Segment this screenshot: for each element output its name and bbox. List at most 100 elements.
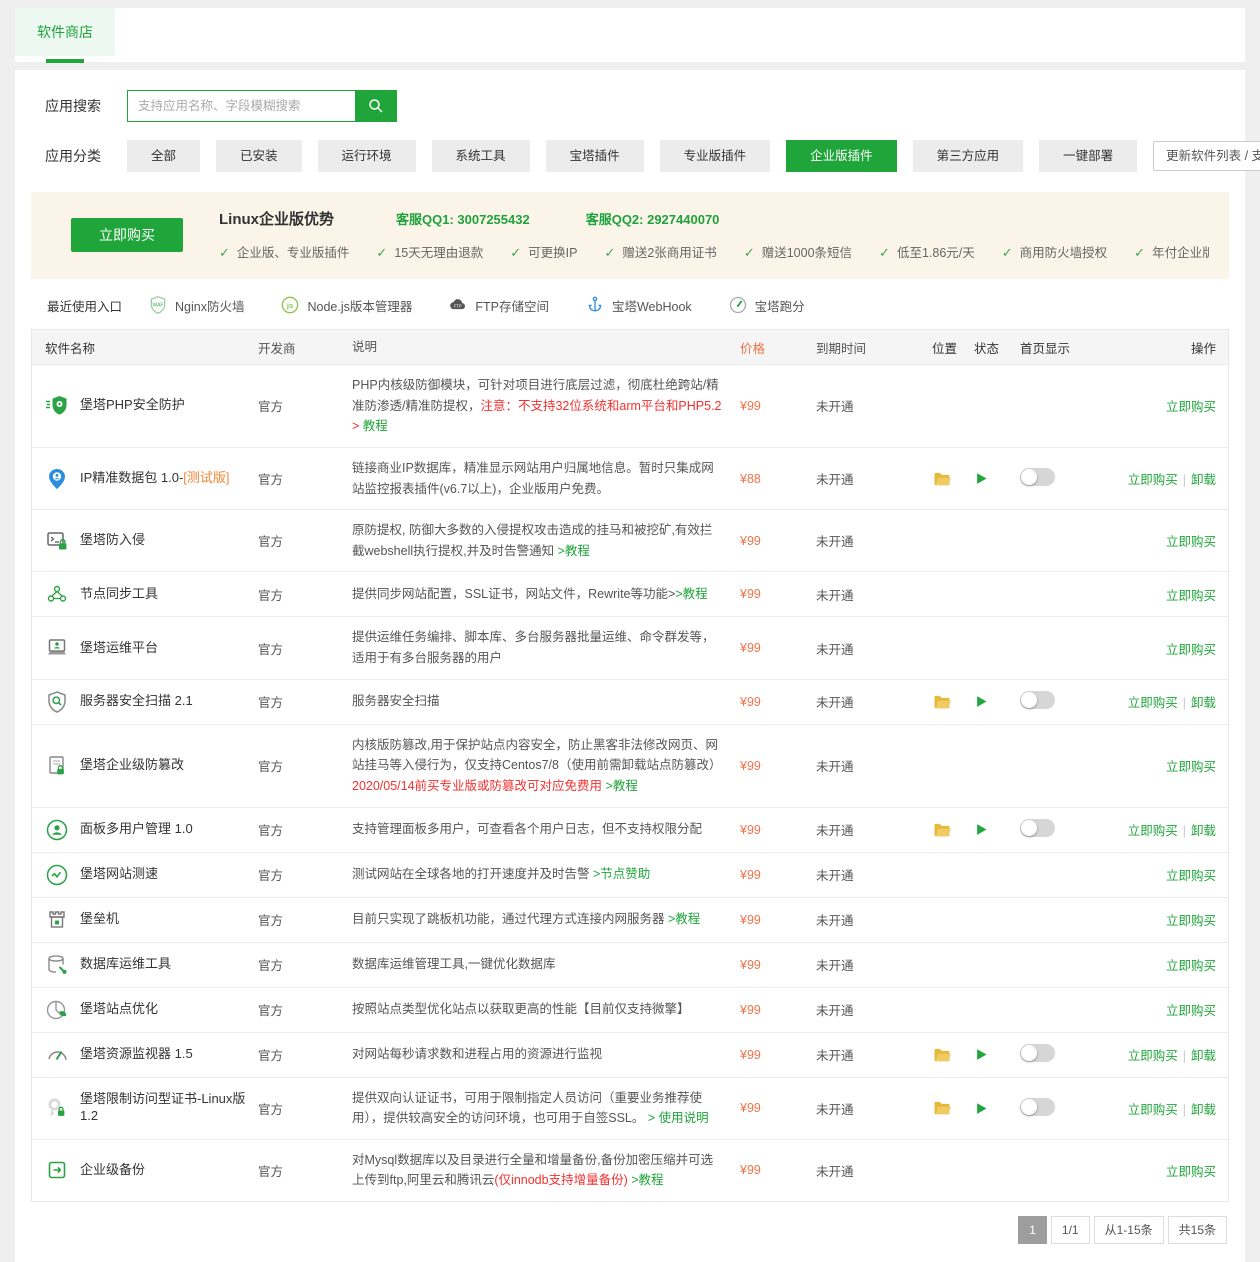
folder-icon[interactable] (932, 469, 952, 489)
category-button-3[interactable]: 运行环境 (318, 140, 416, 172)
qq1-contact[interactable]: 客服QQ1: 3007255432 (390, 209, 530, 228)
buy-now-button[interactable]: 立即购买 (71, 218, 183, 252)
description-link[interactable]: >节点赞助 (593, 867, 650, 881)
uninstall-link[interactable]: 卸载 (1191, 1103, 1216, 1117)
action-separator: | (1183, 824, 1186, 838)
uninstall-link[interactable]: 卸载 (1191, 473, 1216, 487)
folder-icon[interactable] (932, 1045, 952, 1065)
toggle-knob (1021, 469, 1037, 485)
buy-now-link[interactable]: 立即购买 (1166, 535, 1216, 549)
play-icon[interactable] (974, 822, 989, 837)
check-icon: ✓ (604, 245, 615, 260)
toggle-knob (1021, 1045, 1037, 1061)
category-button-6[interactable]: 专业版插件 (660, 140, 771, 172)
description-link[interactable]: >教程 (628, 1173, 664, 1187)
category-button-9[interactable]: 一键部署 (1039, 140, 1137, 172)
recent-entry-label: 宝塔WebHook (612, 296, 692, 315)
play-icon[interactable] (974, 1047, 989, 1062)
description-link[interactable]: >教程 (668, 912, 700, 926)
description-link[interactable]: >教程 (675, 587, 707, 601)
actions-cell: 立即购买 (1088, 955, 1228, 974)
tab-software-store[interactable]: 软件商店 (15, 8, 115, 56)
qq2-contact[interactable]: 客服QQ2: 2927440070 (580, 209, 720, 228)
location-cell (932, 469, 974, 489)
action-separator: | (1183, 473, 1186, 487)
actions-cell: 立即购买 (1088, 756, 1228, 775)
category-button-8[interactable]: 第三方应用 (913, 140, 1024, 172)
banner-feature: ✓15天无理由退款 (376, 242, 483, 261)
description-link[interactable]: > 使用说明 (648, 1111, 709, 1125)
recent-entry[interactable]: FTPFTP存储空间 (448, 295, 549, 315)
software-name: 堡塔运维平台 (80, 640, 158, 657)
recent-label: 最近使用入口 (47, 296, 122, 315)
buy-now-link[interactable]: 立即购买 (1128, 1103, 1178, 1117)
buy-now-link[interactable]: 立即购买 (1166, 959, 1216, 973)
price-cell: ¥99 (740, 1048, 816, 1062)
category-button-1[interactable]: 全部 (127, 140, 200, 172)
software-name-cell: 堡塔站点优化 (32, 998, 258, 1022)
app-search-input[interactable] (127, 90, 355, 122)
price-cell: ¥99 (740, 587, 816, 601)
update-software-list-button[interactable]: 更新软件列表 / 支付状态 (1153, 141, 1260, 171)
description-text: 服务器安全扫描 (352, 694, 440, 708)
description-link[interactable]: 教程 (359, 419, 387, 433)
software-name: 面板多用户管理 1.0 (80, 821, 193, 838)
software-name: 堡塔企业级防篡改 (80, 757, 184, 774)
buy-now-link[interactable]: 立即购买 (1128, 1049, 1178, 1063)
recent-entry[interactable]: 宝塔WebHook (585, 295, 692, 315)
homepage-display-toggle[interactable] (1020, 691, 1055, 709)
ftp-icon: FTP (448, 295, 468, 315)
expire-cell: 未开通 (816, 955, 932, 974)
play-icon[interactable] (974, 694, 989, 709)
software-name-cell: 企业级备份 (32, 1158, 258, 1182)
search-button[interactable] (355, 90, 397, 122)
recent-entry[interactable]: jsNode.js版本管理器 (280, 295, 412, 315)
homepage-display-toggle[interactable] (1020, 1098, 1055, 1116)
buy-now-link[interactable]: 立即购买 (1128, 473, 1178, 487)
buy-now-link[interactable]: 立即购买 (1166, 643, 1216, 657)
uninstall-link[interactable]: 卸载 (1191, 696, 1216, 710)
pagination-page-1[interactable]: 1 (1018, 1216, 1047, 1244)
category-button-4[interactable]: 系统工具 (432, 140, 530, 172)
play-icon[interactable] (974, 471, 989, 486)
uninstall-link[interactable]: 卸载 (1191, 1049, 1216, 1063)
homepage-display-toggle[interactable] (1020, 1044, 1055, 1062)
description-link[interactable]: >教程 (602, 779, 638, 793)
folder-icon[interactable] (932, 1098, 952, 1118)
buy-now-link[interactable]: 立即购买 (1166, 760, 1216, 774)
recent-entry-label: Nginx防火墙 (175, 296, 244, 315)
developer-cell: 官方 (258, 910, 352, 929)
recent-entry[interactable]: WAFNginx防火墙 (148, 295, 244, 315)
developer-cell: 官方 (258, 820, 352, 839)
buy-now-link[interactable]: 立即购买 (1128, 824, 1178, 838)
category-button-2[interactable]: 已安装 (216, 140, 302, 172)
description-link[interactable]: >教程 (558, 544, 590, 558)
buy-now-link[interactable]: 立即购买 (1166, 400, 1216, 414)
buy-now-link[interactable]: 立即购买 (1128, 696, 1178, 710)
uninstall-link[interactable]: 卸载 (1191, 824, 1216, 838)
software-name: 企业级备份 (80, 1162, 145, 1179)
ops-platform-icon (45, 636, 71, 660)
expire-cell: 未开通 (816, 1161, 932, 1180)
play-icon[interactable] (974, 1101, 989, 1116)
qq2-label: 客服QQ2: 2927440070 (586, 209, 720, 228)
recent-entry[interactable]: 宝塔跑分 (728, 295, 805, 315)
buy-now-link[interactable]: 立即购买 (1166, 589, 1216, 603)
category-button-5[interactable]: 宝塔插件 (546, 140, 644, 172)
developer-cell: 官方 (258, 692, 352, 711)
buy-now-link[interactable]: 立即购买 (1166, 914, 1216, 928)
category-button-7[interactable]: 企业版插件 (786, 140, 897, 172)
buy-now-link[interactable]: 立即购买 (1166, 1004, 1216, 1018)
folder-icon[interactable] (932, 820, 952, 840)
folder-icon[interactable] (932, 692, 952, 712)
banner-feature: ✓年付企业版服务群 (1134, 242, 1209, 261)
table-row: 堡塔限制访问型证书-Linux版 1.2官方提供双向认证证书，可用于限制指定人员… (32, 1077, 1228, 1139)
buy-now-link[interactable]: 立即购买 (1166, 1165, 1216, 1179)
banner-feature-label: 低至1.86元/天 (897, 246, 975, 260)
tab-label: 软件商店 (37, 22, 93, 42)
site-optimize-icon (45, 998, 71, 1022)
homepage-display-toggle[interactable] (1020, 468, 1055, 486)
description-cell: 支持管理面板多用户，可查看各个用户日志，但不支持权限分配 (352, 819, 740, 840)
homepage-display-toggle[interactable] (1020, 819, 1055, 837)
buy-now-link[interactable]: 立即购买 (1166, 869, 1216, 883)
